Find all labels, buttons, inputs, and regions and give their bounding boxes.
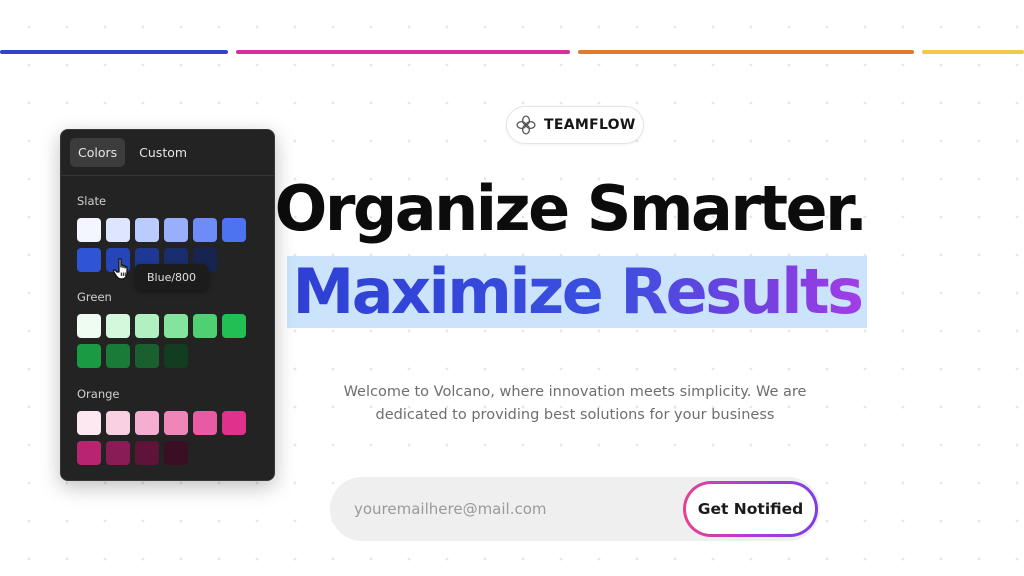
color-swatch-slate-2[interactable]	[106, 218, 130, 242]
top-bar-yellow	[922, 50, 1024, 54]
color-swatch-green-3[interactable]	[135, 314, 159, 338]
brand-badge: TEAMFLOW	[506, 106, 644, 144]
color-swatch-green-8[interactable]	[106, 344, 130, 368]
color-swatch-slate-6[interactable]	[222, 218, 246, 242]
email-input[interactable]	[354, 477, 674, 541]
signup-form: Get Notified	[330, 477, 820, 541]
color-swatch-green-1[interactable]	[77, 314, 101, 338]
color-swatch-slate-1[interactable]	[77, 218, 101, 242]
color-swatch-green-9[interactable]	[135, 344, 159, 368]
swatch-grid-orange	[77, 411, 246, 465]
subtitle-line-2: dedicated to providing best solutions fo…	[375, 407, 775, 423]
swatch-grid-green	[77, 314, 246, 368]
top-bar-orange	[578, 50, 914, 54]
color-swatch-orange-7[interactable]	[77, 441, 101, 465]
color-swatch-orange-4[interactable]	[164, 411, 188, 435]
color-swatch-slate-4[interactable]	[164, 218, 188, 242]
color-swatch-orange-9[interactable]	[135, 441, 159, 465]
group-title-orange: Orange	[77, 387, 120, 401]
color-swatch-orange-8[interactable]	[106, 441, 130, 465]
swatch-tooltip: Blue/800	[135, 264, 209, 290]
color-swatch-slate-5[interactable]	[193, 218, 217, 242]
get-notified-button[interactable]: Get Notified	[683, 481, 818, 537]
color-swatch-slate-7[interactable]	[77, 248, 101, 272]
headline-primary: Organize Smarter.	[274, 172, 868, 245]
color-picker-tabs: Colors Custom	[61, 130, 274, 176]
color-swatch-green-10[interactable]	[164, 344, 188, 368]
top-bar-pink	[236, 50, 570, 54]
hand-pointer-icon	[112, 257, 128, 280]
color-picker-panel: Colors Custom Slate Green Orange	[60, 129, 275, 481]
get-notified-label: Get Notified	[686, 484, 815, 534]
color-swatch-green-4[interactable]	[164, 314, 188, 338]
brand-name: TEAMFLOW	[544, 117, 636, 133]
tab-custom[interactable]: Custom	[131, 138, 195, 167]
top-bar-blue	[0, 50, 228, 54]
hero-subtitle: Welcome to Volcano, where innovation mee…	[310, 381, 840, 427]
color-swatch-orange-3[interactable]	[135, 411, 159, 435]
headline-secondary: Maximize Results	[292, 256, 864, 328]
color-swatch-green-5[interactable]	[193, 314, 217, 338]
color-swatch-orange-10[interactable]	[164, 441, 188, 465]
color-swatch-green-6[interactable]	[222, 314, 246, 338]
subtitle-line-1: Welcome to Volcano, where innovation mee…	[343, 384, 807, 400]
color-swatch-orange-5[interactable]	[193, 411, 217, 435]
color-swatch-green-7[interactable]	[77, 344, 101, 368]
group-title-slate: Slate	[77, 194, 107, 208]
flower-logo-icon	[516, 115, 536, 135]
color-swatch-orange-6[interactable]	[222, 411, 246, 435]
tab-colors[interactable]: Colors	[70, 138, 126, 167]
color-swatch-green-2[interactable]	[106, 314, 130, 338]
headline-highlight: Maximize Results	[287, 256, 867, 328]
color-swatch-slate-3[interactable]	[135, 218, 159, 242]
color-swatch-orange-1[interactable]	[77, 411, 101, 435]
group-title-green: Green	[77, 290, 112, 304]
color-swatch-orange-2[interactable]	[106, 411, 130, 435]
